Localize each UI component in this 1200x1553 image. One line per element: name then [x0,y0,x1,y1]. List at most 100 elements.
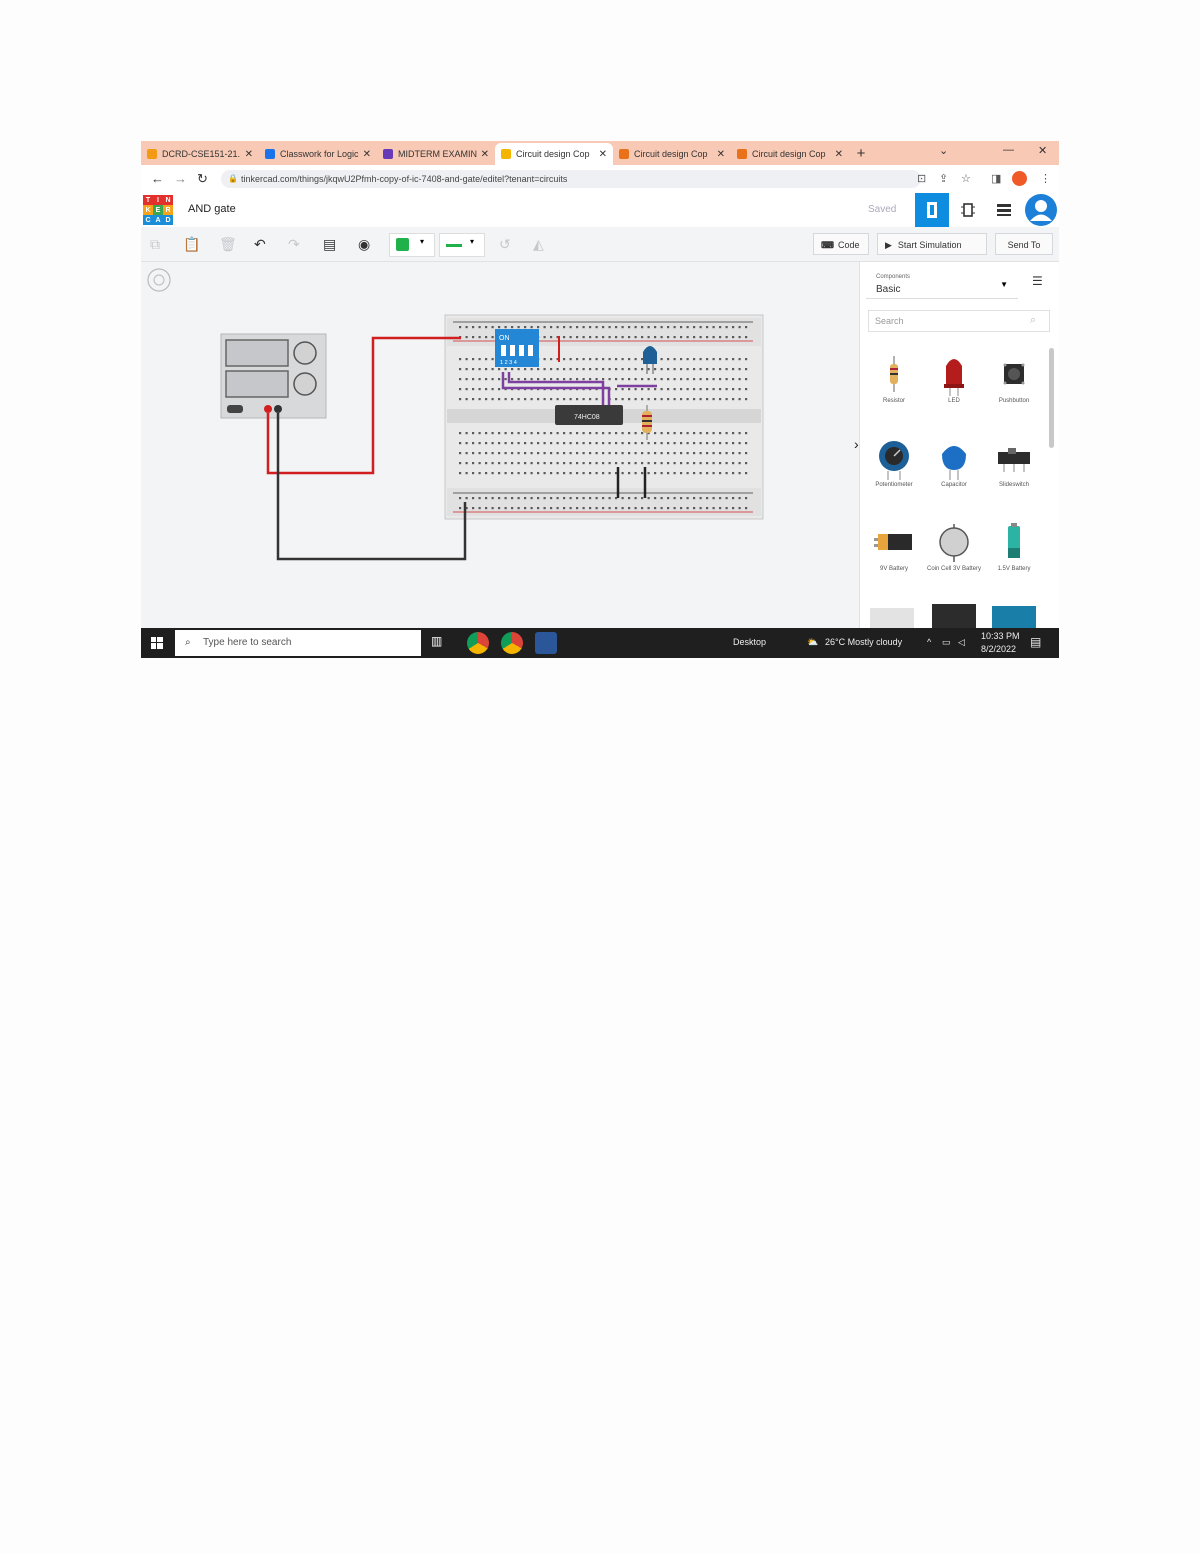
color-picker[interactable]: ▾ [389,233,435,257]
panel-collapse-icon[interactable]: › [854,436,859,452]
flip-icon[interactable]: ◭ [533,236,544,253]
new-tab-button[interactable]: + [849,143,873,165]
menu-icon[interactable]: ⋮ [1040,172,1051,185]
browser-tab-5[interactable]: Circuit design Cop ✕ [613,143,731,165]
panel-scrollbar[interactable] [1049,348,1054,448]
weather-icon: ⛅ [807,637,819,647]
chevron-down-icon: ▾ [470,237,475,246]
weather-text[interactable]: 26°C Mostly cloudy [825,637,902,647]
forward-icon[interactable]: → [174,171,187,186]
delete-icon[interactable]: 🗑 [219,236,237,253]
dip-on-label: ON [499,335,510,342]
notification-icon[interactable]: ▤ [1030,635,1041,649]
logo-letter: T [143,195,153,205]
components-dropdown[interactable]: Components Basic ▼ [866,268,1018,299]
close-window-button[interactable]: ✕ [1038,144,1047,157]
component-list-button[interactable] [987,193,1021,227]
reload-icon[interactable]: ↻ [197,171,208,187]
windows-start-icon[interactable] [151,637,163,649]
component-name: LED [948,398,960,404]
browser-tab-2[interactable]: Classwork for Logic ✕ [259,143,377,165]
close-icon[interactable]: ✕ [481,149,489,160]
close-icon[interactable]: ✕ [717,149,725,160]
url-field[interactable]: 🔒 tinkercad.com/things/jkqwU2Pfmh-copy-o… [221,170,921,188]
dip-switch[interactable]: ON 1 2 3 4 [495,329,539,367]
view-notes-icon[interactable]: ◉ [358,236,370,253]
clock-time[interactable]: 10:33 PM [981,631,1020,641]
component-name: Pushbutton [998,398,1030,404]
word-icon[interactable] [535,632,557,654]
back-icon[interactable]: ← [151,171,164,186]
dc-power-supply[interactable] [220,333,327,419]
clock-date[interactable]: 8/2/2022 [981,644,1016,654]
circuit-canvas[interactable]: ON 1 2 3 4 74HC08 [141,262,859,628]
circuit-drawing[interactable]: ON 1 2 3 4 74HC08 [141,262,859,628]
task-view-icon[interactable]: ▥ [431,634,442,648]
component-microbit[interactable] [932,604,976,628]
paste-icon[interactable]: 📋 [183,236,200,253]
component-search-input[interactable]: Search [868,310,1050,332]
component-1-5v-battery[interactable]: 1.5V Battery [986,514,1042,592]
ic-chip-74hc08[interactable]: 74HC08 [555,405,623,425]
code-button[interactable]: ⌨ Code [813,233,869,255]
component-resistor[interactable]: Resistor [866,346,922,424]
rotate-icon[interactable]: ↺ [499,236,511,253]
copy-icon[interactable]: ⧉ [150,236,160,253]
browser-tab-3[interactable]: MIDTERM EXAMIN ✕ [377,143,495,165]
circuit-view-button[interactable] [915,193,949,227]
component-arduino[interactable] [992,606,1036,628]
logo-letter: N [163,195,173,205]
components-value: Basic [876,284,901,295]
close-icon[interactable]: ✕ [245,149,253,160]
close-icon[interactable]: ✕ [363,149,371,160]
chrome-icon[interactable] [467,632,489,654]
desktop-label[interactable]: Desktop [733,637,766,647]
schematic-view-button[interactable] [951,193,985,227]
user-avatar[interactable] [1025,194,1057,226]
favicon-icon [619,149,629,159]
close-icon[interactable]: ✕ [835,149,843,160]
send-to-button[interactable]: Send To [995,233,1053,255]
redo-icon[interactable]: ↷ [288,236,300,253]
search-icon[interactable]: ⌕ [1030,314,1036,327]
volume-icon[interactable]: ◁ [958,637,965,648]
tab-search-icon[interactable]: ⌄ [939,144,948,157]
component-breadboard-small[interactable] [870,608,914,628]
minimize-button[interactable]: — [1003,144,1014,156]
chip-label: 74HC08 [574,414,600,421]
notes-icon[interactable]: ▤ [323,236,336,253]
share-icon[interactable]: ⇪ [939,172,948,185]
star-icon[interactable]: ☆ [961,172,971,185]
dip-numbers: 1 2 3 4 [500,360,517,366]
black-wire[interactable] [276,413,467,561]
network-icon[interactable]: ▭ [942,637,951,648]
profile-avatar[interactable] [1012,171,1027,186]
component-slideswitch[interactable]: Slideswitch [986,430,1042,508]
component-potentiometer[interactable]: Potentiometer [866,430,922,508]
chevron-down-icon: ▾ [420,237,425,246]
component-capacitor[interactable]: Capacitor [926,430,982,508]
browser-tab-4[interactable]: Circuit design Cop ✕ [495,143,613,165]
component-led[interactable]: LED [926,346,982,424]
close-icon[interactable]: ✕ [599,149,607,160]
component-9v-battery[interactable]: 9V Battery [866,514,922,592]
zoom-fit-icon[interactable] [147,268,171,292]
browser-tab-6[interactable]: Circuit design Cop ✕ [731,143,849,165]
component-pushbutton[interactable]: Pushbutton [986,346,1042,424]
list-view-icon[interactable]: ☰ [1032,274,1043,288]
component-coin-cell-battery[interactable]: Coin Cell 3V Battery [926,514,982,592]
chrome-icon[interactable] [501,632,523,654]
play-icon: ▶ [885,240,892,250]
start-simulation-button[interactable]: ▶ Start Simulation [877,233,987,255]
browser-tab-1[interactable]: DCRD-CSE151-21. ✕ [141,143,259,165]
tray-chevron-icon[interactable]: ^ [927,637,931,647]
browser-tab-strip: DCRD-CSE151-21. ✕ Classwork for Logic ✕ MI… [141,141,1059,165]
taskbar-search-input[interactable]: ⌕ Type here to search [175,630,421,656]
wire-style-picker[interactable]: ▾ [439,233,485,257]
undo-icon[interactable]: ↶ [254,236,266,253]
sidebar-icon[interactable]: ◨ [991,172,1001,185]
tinkercad-logo[interactable]: T I N K E R C A D [143,195,173,225]
install-icon[interactable]: ⊡ [917,172,926,185]
design-title[interactable]: AND gate [188,203,236,215]
code-label: Code [838,240,860,250]
